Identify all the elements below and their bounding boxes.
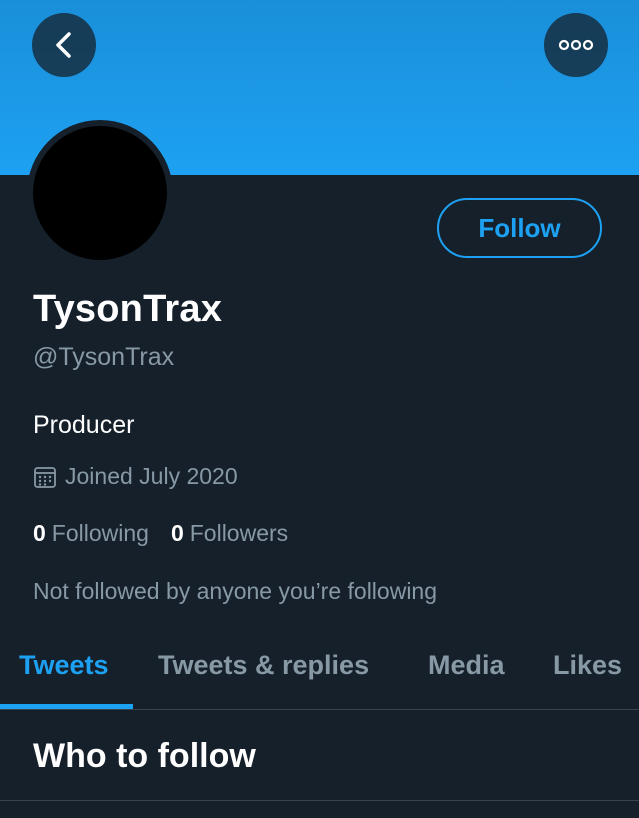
avatar-frame	[27, 120, 173, 266]
display-name: TysonTrax	[33, 288, 223, 330]
back-button[interactable]	[32, 13, 96, 77]
avatar[interactable]	[33, 126, 167, 260]
mutual-followers-note: Not followed by anyone you’re following	[33, 578, 438, 604]
following-stat[interactable]: 0 Following	[33, 520, 149, 547]
followers-count: 0	[170, 520, 184, 546]
who-to-follow-heading: Who to follow	[33, 737, 256, 775]
following-count: 0	[33, 520, 46, 546]
tab-media[interactable]: Media	[428, 650, 505, 681]
tab-tweets-and-replies[interactable]: Tweets & replies	[158, 650, 369, 681]
joined-date: Joined July 2020	[33, 463, 238, 490]
user-handle: @TysonTrax	[33, 343, 175, 371]
section-divider	[0, 800, 639, 801]
tab-divider	[0, 709, 639, 710]
following-label: Following	[51, 520, 149, 546]
calendar-icon	[33, 465, 57, 489]
more-options-button[interactable]	[544, 13, 608, 77]
more-horizontal-icon	[558, 39, 594, 51]
tab-tweets[interactable]: Tweets	[19, 650, 109, 681]
joined-text: Joined July 2020	[65, 463, 238, 489]
followers-label: Followers	[189, 520, 289, 546]
bio: Producer	[33, 411, 135, 439]
chevron-left-icon	[52, 31, 76, 59]
tab-likes[interactable]: Likes	[553, 650, 622, 681]
follow-button[interactable]: Follow	[437, 198, 602, 258]
followers-stat[interactable]: 0 Followers	[171, 520, 288, 547]
follow-stats: 0 Following 0 Followers	[33, 520, 288, 547]
